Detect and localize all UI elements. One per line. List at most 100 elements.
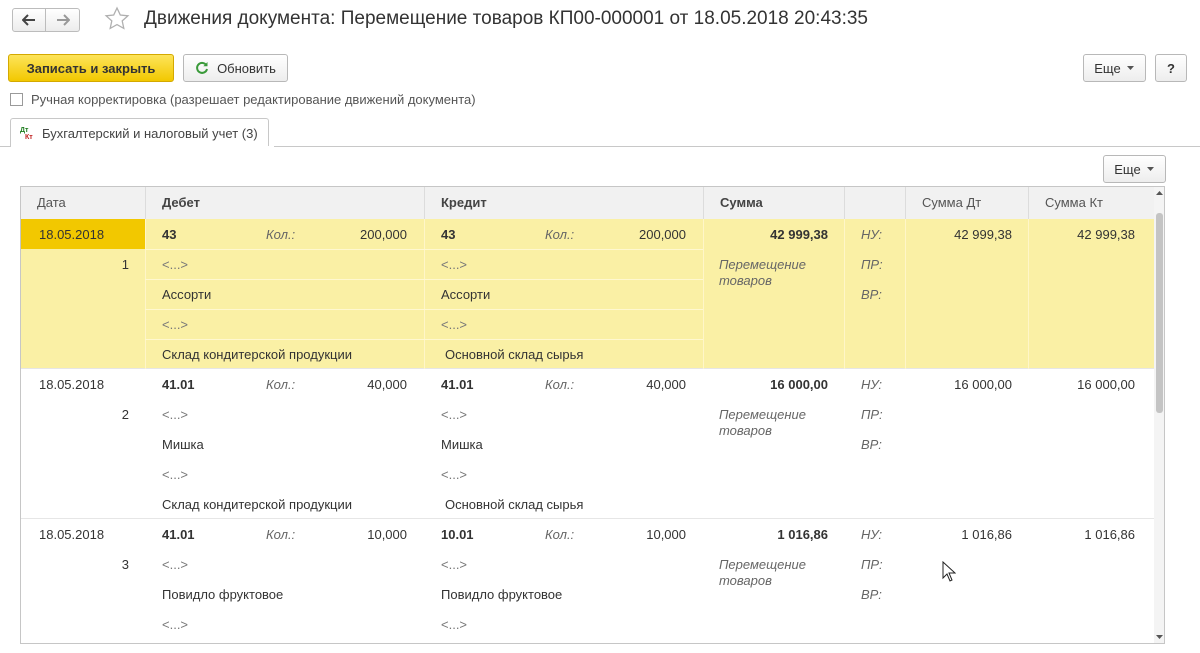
cell-sum-dt[interactable]: 42 999,38 — [954, 227, 1012, 242]
entries-table[interactable]: Дата Дебет Кредит Сумма Сумма Дт Сумма К… — [20, 186, 1165, 644]
manual-correction-checkbox[interactable] — [10, 93, 23, 106]
cell-vr-label[interactable]: ВР: — [861, 437, 882, 452]
cell-divider — [424, 219, 425, 369]
cell-sum[interactable]: 1 016,86 — [777, 527, 828, 542]
col-sum-dt[interactable]: Сумма Дт — [905, 187, 1028, 219]
cell-number[interactable]: 2 — [122, 407, 129, 422]
scroll-up-icon[interactable] — [1154, 189, 1165, 197]
cell-pr-label[interactable]: ПР: — [861, 557, 883, 572]
cell-credit-qty[interactable]: 40,000 — [646, 377, 686, 392]
cell-credit-subconto-1[interactable]: <...> — [441, 557, 467, 572]
cell-content[interactable]: Перемещение товаров — [719, 257, 829, 289]
cell-debit-subconto-1[interactable]: <...> — [162, 557, 188, 572]
cell-date[interactable]: 18.05.2018 — [39, 227, 104, 242]
cell-credit-subconto-3[interactable]: <...> — [441, 317, 467, 332]
cell-credit-qty-label[interactable]: Кол.: — [545, 527, 574, 542]
cell-nu-label[interactable]: НУ: — [861, 527, 882, 542]
cell-debit-subconto-2[interactable]: Повидло фруктовое — [162, 587, 283, 602]
scrollbar-thumb[interactable] — [1156, 213, 1163, 413]
table-row[interactable]: 18.05.2018 3 41.01 Кол.: 10,000 <...> Повидло … — [21, 519, 1154, 643]
subconto-divider — [145, 279, 424, 280]
cell-credit-subconto-4[interactable]: Основной склад сырья — [445, 497, 583, 512]
cell-debit-account[interactable]: 43 — [162, 227, 176, 242]
cell-debit-subconto-2[interactable]: Ассорти — [162, 287, 211, 302]
cell-debit-qty[interactable]: 40,000 — [367, 377, 407, 392]
save-close-button[interactable]: Записать и закрыть — [8, 54, 174, 82]
cell-credit-subconto-1[interactable]: <...> — [441, 257, 467, 272]
cell-credit-subconto-3[interactable]: <...> — [441, 467, 467, 482]
cell-date[interactable]: 18.05.2018 — [39, 377, 104, 392]
favorite-star-icon[interactable] — [104, 6, 130, 35]
cell-number[interactable]: 3 — [122, 557, 129, 572]
cell-credit-qty-label[interactable]: Кол.: — [545, 227, 574, 242]
cell-nu-label[interactable]: НУ: — [861, 377, 882, 392]
cell-nu-label[interactable]: НУ: — [861, 227, 882, 242]
cell-pr-label[interactable]: ПР: — [861, 257, 883, 272]
col-credit[interactable]: Кредит — [424, 187, 703, 219]
cell-credit-subconto-3[interactable]: <...> — [441, 617, 467, 632]
col-sum[interactable]: Сумма — [703, 187, 844, 219]
cell-content[interactable]: Перемещение товаров — [719, 557, 829, 589]
cell-credit-subconto-2[interactable]: Повидло фруктовое — [441, 587, 562, 602]
cell-vr-label[interactable]: ВР: — [861, 287, 882, 302]
subconto-divider — [145, 339, 424, 340]
refresh-label: Обновить — [217, 60, 276, 76]
cell-debit-subconto-2[interactable]: Мишка — [162, 437, 204, 452]
cell-sum[interactable]: 16 000,00 — [770, 377, 828, 392]
help-button[interactable]: ? — [1155, 54, 1187, 82]
cell-debit-qty-label[interactable]: Кол.: — [266, 527, 295, 542]
cell-sum-kt[interactable]: 42 999,38 — [1077, 227, 1135, 242]
table-row[interactable]: 18.05.2018 1 43 Кол.: 200,000 <...> Ассорти <..… — [21, 219, 1154, 369]
refresh-button[interactable]: Обновить — [183, 54, 288, 82]
scroll-down-icon[interactable] — [1154, 633, 1165, 641]
cell-credit-account[interactable]: 43 — [441, 227, 455, 242]
cell-credit-subconto-4[interactable]: Основной склад сырья — [445, 347, 583, 362]
cell-debit-account[interactable]: 41.01 — [162, 377, 195, 392]
table-row[interactable]: 18.05.2018 2 41.01 Кол.: 40,000 <...> Мишка <..… — [21, 369, 1154, 519]
cell-sum-dt[interactable]: 1 016,86 — [961, 527, 1012, 542]
col-tax-kind[interactable] — [844, 187, 905, 219]
cell-date[interactable]: 18.05.2018 — [39, 527, 104, 542]
cell-debit-qty-label[interactable]: Кол.: — [266, 227, 295, 242]
tab-label: Бухгалтерский и налоговый учет (3) — [42, 125, 258, 141]
cell-debit-subconto-1[interactable]: <...> — [162, 407, 188, 422]
cell-debit-subconto-4[interactable]: Склад кондитерской продукции — [162, 497, 352, 512]
cell-sum-dt[interactable]: 16 000,00 — [954, 377, 1012, 392]
cell-credit-subconto-2[interactable]: Ассорти — [441, 287, 490, 302]
cell-debit-subconto-3[interactable]: <...> — [162, 467, 188, 482]
cell-credit-qty[interactable]: 10,000 — [646, 527, 686, 542]
arrow-left-icon — [22, 14, 35, 26]
col-debit[interactable]: Дебет — [145, 187, 424, 219]
cell-sum-kt[interactable]: 1 016,86 — [1084, 527, 1135, 542]
cell-debit-subconto-1[interactable]: <...> — [162, 257, 188, 272]
cell-divider — [844, 219, 845, 369]
cell-debit-subconto-3[interactable]: <...> — [162, 317, 188, 332]
back-button[interactable] — [12, 8, 46, 32]
forward-button[interactable] — [46, 8, 80, 32]
cell-debit-account[interactable]: 41.01 — [162, 527, 195, 542]
cell-vr-label[interactable]: ВР: — [861, 587, 882, 602]
grid-more-button[interactable]: Еще — [1103, 155, 1166, 183]
cell-credit-subconto-1[interactable]: <...> — [441, 407, 467, 422]
cell-debit-subconto-3[interactable]: <...> — [162, 617, 188, 632]
cell-pr-label[interactable]: ПР: — [861, 407, 883, 422]
cell-debit-qty-label[interactable]: Кол.: — [266, 377, 295, 392]
cell-credit-qty[interactable]: 200,000 — [639, 227, 686, 242]
subconto-divider — [424, 339, 703, 340]
cell-credit-qty-label[interactable]: Кол.: — [545, 377, 574, 392]
cell-content[interactable]: Перемещение товаров — [719, 407, 829, 439]
cell-credit-subconto-2[interactable]: Мишка — [441, 437, 483, 452]
cell-sum[interactable]: 42 999,38 — [770, 227, 828, 242]
cell-credit-account[interactable]: 10.01 — [441, 527, 474, 542]
cell-debit-qty[interactable]: 200,000 — [360, 227, 407, 242]
cell-credit-account[interactable]: 41.01 — [441, 377, 474, 392]
table-header: Дата Дебет Кредит Сумма Сумма Дт Сумма К… — [21, 187, 1154, 220]
cell-debit-subconto-4[interactable]: Склад кондитерской продукции — [162, 347, 352, 362]
more-button[interactable]: Еще — [1083, 54, 1146, 82]
cell-number[interactable]: 1 — [122, 257, 129, 272]
col-sum-kt[interactable]: Сумма Кт — [1028, 187, 1154, 219]
col-date[interactable]: Дата — [21, 187, 145, 219]
cell-debit-qty[interactable]: 10,000 — [367, 527, 407, 542]
cell-sum-kt[interactable]: 16 000,00 — [1077, 377, 1135, 392]
tab-accounting[interactable]: Дт Кт Бухгалтерский и налоговый учет (3) — [10, 118, 269, 147]
